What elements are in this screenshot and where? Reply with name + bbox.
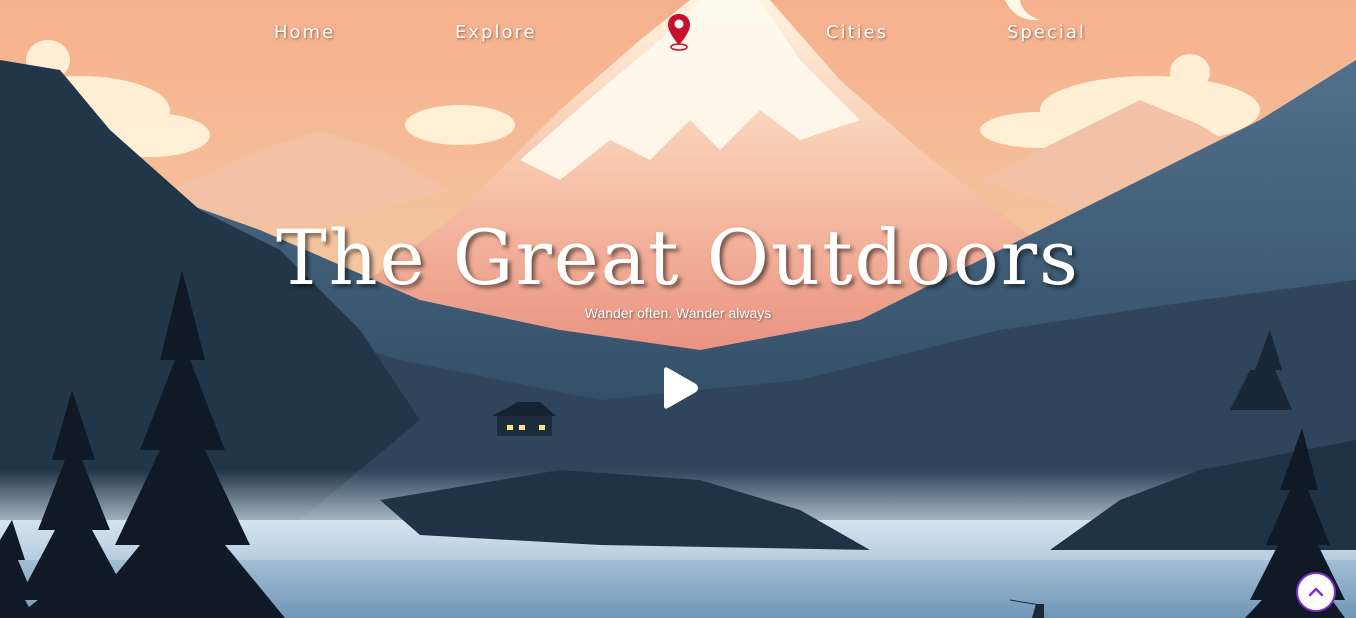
nav-link-cities[interactable]: Cities xyxy=(826,22,888,43)
nav-link-special[interactable]: Special xyxy=(1007,22,1086,43)
chevron-up-icon xyxy=(1308,587,1324,597)
hero-subtitle: Wander often. Wander always xyxy=(584,305,772,321)
main-nav: Home Explore Cities Special xyxy=(0,0,1356,70)
nav-link-explore[interactable]: Explore xyxy=(455,22,537,43)
hero-title: The Great Outdoors xyxy=(275,213,1081,302)
map-pin-icon[interactable] xyxy=(666,12,692,52)
play-icon xyxy=(664,367,698,409)
nav-link-home[interactable]: Home xyxy=(274,22,335,43)
scroll-top-button[interactable] xyxy=(1296,572,1336,612)
play-button[interactable] xyxy=(656,364,702,412)
